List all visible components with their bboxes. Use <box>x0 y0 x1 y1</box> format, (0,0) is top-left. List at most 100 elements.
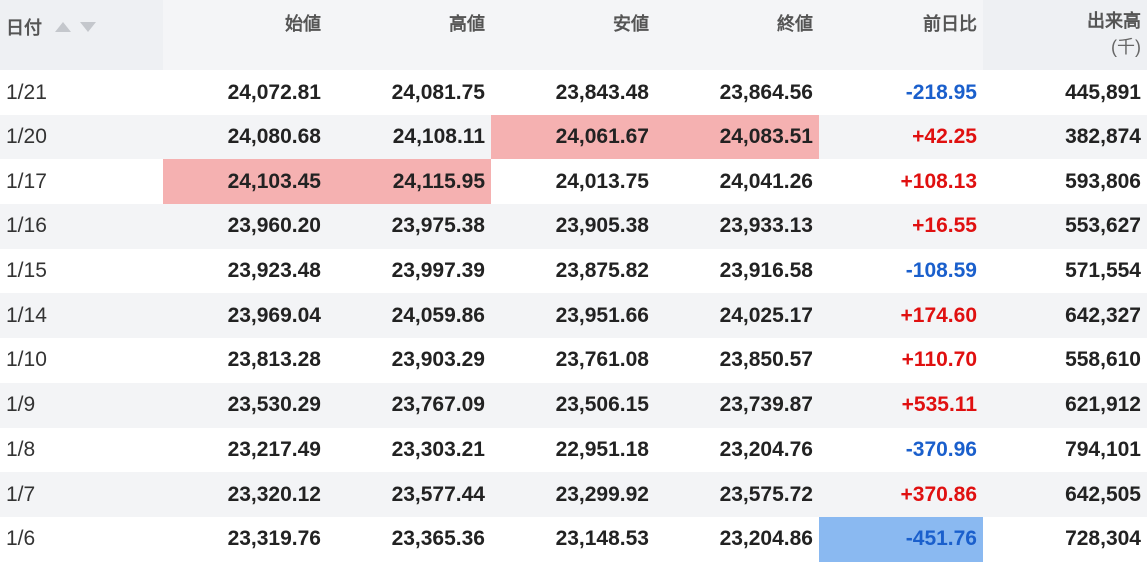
column-header-volume-label: 出来高 <box>1087 11 1141 31</box>
cell-low: 23,905.38 <box>491 204 655 249</box>
cell-close: 24,025.17 <box>655 293 819 339</box>
cell-close: 23,204.86 <box>655 516 819 562</box>
cell-change: +42.25 <box>819 114 983 160</box>
cell-high: 23,903.29 <box>327 338 491 383</box>
column-header-close: 終値 <box>655 0 819 71</box>
cell-date: 1/8 <box>0 427 163 473</box>
volume-unit-label: (千) <box>1111 37 1141 57</box>
cell-volume: 382,874 <box>983 114 1147 160</box>
sort-asc-icon[interactable] <box>55 22 72 32</box>
cell-open: 23,923.48 <box>163 248 327 294</box>
cell-change: -108.59 <box>819 248 983 294</box>
cell-open: 23,530.29 <box>163 382 327 428</box>
table-row: 1/16 23,960.20 23,975.38 23,905.38 23,93… <box>0 204 1147 249</box>
cell-close: 23,204.76 <box>655 427 819 473</box>
cell-open: 24,103.45 <box>163 159 327 205</box>
cell-open: 24,080.68 <box>163 114 327 160</box>
cell-date: 1/7 <box>0 472 163 517</box>
cell-close: 23,575.72 <box>655 472 819 517</box>
table-row: 1/10 23,813.28 23,903.29 23,761.08 23,85… <box>0 338 1147 383</box>
cell-open: 23,969.04 <box>163 293 327 339</box>
cell-open: 24,072.81 <box>163 70 327 115</box>
cell-low: 22,951.18 <box>491 427 655 473</box>
column-header-high: 高値 <box>327 0 491 71</box>
cell-low: 23,951.66 <box>491 293 655 339</box>
cell-date: 1/9 <box>0 382 163 428</box>
cell-close: 24,083.51 <box>655 114 819 160</box>
cell-open: 23,217.49 <box>163 427 327 473</box>
cell-close: 24,041.26 <box>655 159 819 205</box>
cell-high: 24,059.86 <box>327 293 491 339</box>
cell-high: 23,975.38 <box>327 204 491 249</box>
table-row: 1/17 24,103.45 24,115.95 24,013.75 24,04… <box>0 159 1147 205</box>
column-header-low: 安値 <box>491 0 655 71</box>
cell-volume: 553,627 <box>983 204 1147 249</box>
cell-volume: 558,610 <box>983 338 1147 383</box>
cell-volume: 571,554 <box>983 248 1147 294</box>
cell-high: 23,577.44 <box>327 472 491 517</box>
cell-volume: 728,304 <box>983 516 1147 562</box>
cell-volume: 794,101 <box>983 427 1147 473</box>
cell-change: +108.13 <box>819 159 983 205</box>
table-row: 1/6 23,319.76 23,365.36 23,148.53 23,204… <box>0 516 1147 562</box>
table-row: 1/20 24,080.68 24,108.11 24,061.67 24,08… <box>0 114 1147 160</box>
cell-date: 1/20 <box>0 114 163 160</box>
cell-change: +16.55 <box>819 204 983 249</box>
cell-open: 23,960.20 <box>163 204 327 249</box>
table-row: 1/7 23,320.12 23,577.44 23,299.92 23,575… <box>0 472 1147 517</box>
column-header-change: 前日比 <box>819 0 983 71</box>
cell-close: 23,850.57 <box>655 338 819 383</box>
table-row: 1/8 23,217.49 23,303.21 22,951.18 23,204… <box>0 427 1147 473</box>
table-row: 1/21 24,072.81 24,081.75 23,843.48 23,86… <box>0 70 1147 115</box>
header-row: 日付 始値 高値 安値 終値 前日比 出来高 (千) <box>0 0 1147 71</box>
cell-high: 23,365.36 <box>327 516 491 562</box>
cell-open: 23,813.28 <box>163 338 327 383</box>
cell-low: 23,843.48 <box>491 70 655 115</box>
cell-date: 1/17 <box>0 159 163 205</box>
cell-change: +535.11 <box>819 382 983 428</box>
cell-date: 1/14 <box>0 293 163 339</box>
cell-low: 23,506.15 <box>491 382 655 428</box>
cell-high: 24,108.11 <box>327 114 491 160</box>
cell-date: 1/21 <box>0 70 163 115</box>
cell-change: +370.86 <box>819 472 983 517</box>
cell-volume: 621,912 <box>983 382 1147 428</box>
cell-close: 23,933.13 <box>655 204 819 249</box>
cell-date: 1/10 <box>0 338 163 383</box>
cell-date: 1/15 <box>0 248 163 294</box>
cell-high: 23,767.09 <box>327 382 491 428</box>
cell-change: -370.96 <box>819 427 983 473</box>
cell-low: 23,299.92 <box>491 472 655 517</box>
column-header-date[interactable]: 日付 <box>0 0 163 71</box>
table-row: 1/14 23,969.04 24,059.86 23,951.66 24,02… <box>0 293 1147 339</box>
cell-change: -218.95 <box>819 70 983 115</box>
table-row: 1/9 23,530.29 23,767.09 23,506.15 23,739… <box>0 382 1147 428</box>
cell-open: 23,320.12 <box>163 472 327 517</box>
sort-controls <box>55 16 97 37</box>
cell-date: 1/16 <box>0 204 163 249</box>
cell-high: 23,997.39 <box>327 248 491 294</box>
cell-low: 23,148.53 <box>491 516 655 562</box>
cell-close: 23,739.87 <box>655 382 819 428</box>
cell-change: +174.60 <box>819 293 983 339</box>
cell-high: 24,081.75 <box>327 70 491 115</box>
price-history-table: 日付 始値 高値 安値 終値 前日比 出来高 (千) 1/21 24,072.8… <box>0 0 1147 562</box>
cell-volume: 642,327 <box>983 293 1147 339</box>
cell-date: 1/6 <box>0 516 163 562</box>
cell-volume: 642,505 <box>983 472 1147 517</box>
column-header-open: 始値 <box>163 0 327 71</box>
column-header-volume: 出来高 (千) <box>983 0 1147 71</box>
cell-low: 23,761.08 <box>491 338 655 383</box>
cell-change: +110.70 <box>819 338 983 383</box>
cell-low: 24,013.75 <box>491 159 655 205</box>
cell-high: 24,115.95 <box>327 159 491 205</box>
table-row: 1/15 23,923.48 23,997.39 23,875.82 23,91… <box>0 248 1147 294</box>
cell-volume: 593,806 <box>983 159 1147 205</box>
cell-close: 23,864.56 <box>655 70 819 115</box>
cell-change: -451.76 <box>819 516 983 562</box>
sort-desc-icon[interactable] <box>80 22 97 32</box>
cell-high: 23,303.21 <box>327 427 491 473</box>
cell-volume: 445,891 <box>983 70 1147 115</box>
cell-low: 24,061.67 <box>491 114 655 160</box>
column-header-date-label: 日付 <box>6 18 42 38</box>
